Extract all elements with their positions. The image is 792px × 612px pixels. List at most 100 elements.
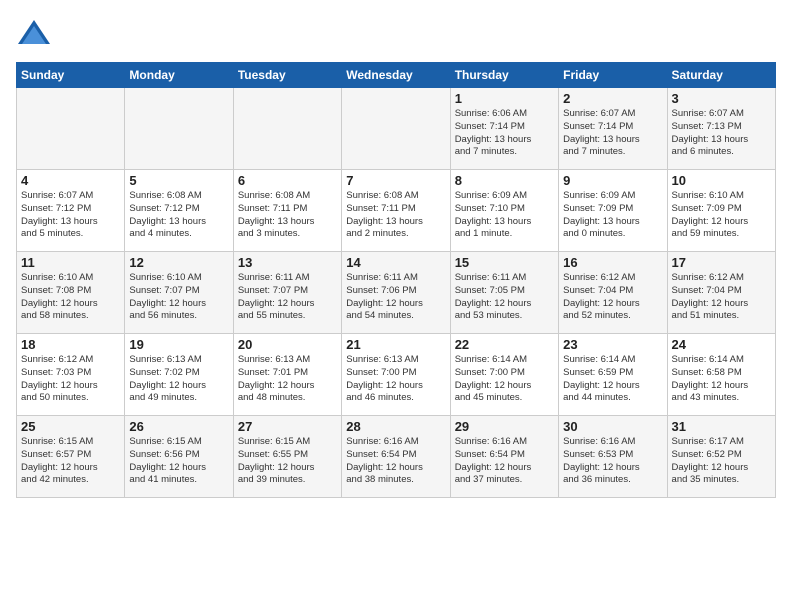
day-info: Sunrise: 6:13 AMSunset: 7:01 PMDaylight:…	[238, 354, 337, 405]
day-number: 11	[21, 255, 120, 270]
calendar-week: 25 Sunrise: 6:15 AMSunset: 6:57 PMDayligh…	[17, 416, 776, 498]
day-info: Sunrise: 6:11 AMSunset: 7:07 PMDaylight:…	[238, 272, 337, 323]
day-number: 25	[21, 419, 120, 434]
day-info: Sunrise: 6:13 AMSunset: 7:02 PMDaylight:…	[129, 354, 228, 405]
calendar-week: 1Sunrise: 6:06 AMSunset: 7:14 PMDaylight…	[17, 88, 776, 170]
calendar-cell: 20 Sunrise: 6:13 AMSunset: 7:01 PMDayligh…	[233, 334, 341, 416]
calendar-cell: 8 Sunrise: 6:09 AMSunset: 7:10 PMDaylight…	[450, 170, 558, 252]
day-number: 22	[455, 337, 554, 352]
day-number: 10	[672, 173, 771, 188]
day-info: Sunrise: 6:08 AMSunset: 7:11 PMDaylight:…	[238, 190, 337, 241]
day-number: 15	[455, 255, 554, 270]
day-info: Sunrise: 6:16 AMSunset: 6:53 PMDaylight:…	[563, 436, 662, 487]
day-info: Sunrise: 6:10 AMSunset: 7:07 PMDaylight:…	[129, 272, 228, 323]
calendar-header: SundayMondayTuesdayWednesdayThursdayFrid…	[17, 63, 776, 88]
day-number: 13	[238, 255, 337, 270]
day-number: 2	[563, 91, 662, 106]
calendar-week: 18 Sunrise: 6:12 AMSunset: 7:03 PMDayligh…	[17, 334, 776, 416]
day-info: Sunrise: 6:09 AMSunset: 7:10 PMDaylight:…	[455, 190, 554, 241]
calendar-cell: 13 Sunrise: 6:11 AMSunset: 7:07 PMDayligh…	[233, 252, 341, 334]
logo-icon	[16, 16, 52, 52]
day-info: Sunrise: 6:11 AMSunset: 7:05 PMDaylight:…	[455, 272, 554, 323]
logo	[16, 16, 56, 52]
day-number: 14	[346, 255, 445, 270]
day-number: 26	[129, 419, 228, 434]
day-info: Sunrise: 6:08 AMSunset: 7:12 PMDaylight:…	[129, 190, 228, 241]
calendar-cell: 2 Sunrise: 6:07 AMSunset: 7:14 PMDaylight…	[559, 88, 667, 170]
calendar-cell: 18 Sunrise: 6:12 AMSunset: 7:03 PMDayligh…	[17, 334, 125, 416]
day-info: Sunrise: 6:16 AMSunset: 6:54 PMDaylight:…	[346, 436, 445, 487]
weekday-header: Tuesday	[233, 63, 341, 88]
weekday-header: Sunday	[17, 63, 125, 88]
day-number: 4	[21, 173, 120, 188]
calendar-cell: 4Sunrise: 6:07 AMSunset: 7:12 PMDaylight…	[17, 170, 125, 252]
day-number: 1	[455, 91, 554, 106]
calendar-cell: 15 Sunrise: 6:11 AMSunset: 7:05 PMDayligh…	[450, 252, 558, 334]
day-number: 6	[238, 173, 337, 188]
day-number: 24	[672, 337, 771, 352]
weekday-header: Friday	[559, 63, 667, 88]
calendar-cell	[342, 88, 450, 170]
day-number: 20	[238, 337, 337, 352]
day-info: Sunrise: 6:07 AMSunset: 7:14 PMDaylight:…	[563, 108, 662, 159]
day-number: 29	[455, 419, 554, 434]
day-number: 30	[563, 419, 662, 434]
weekday-header: Saturday	[667, 63, 775, 88]
page-header	[16, 16, 776, 52]
header-row: SundayMondayTuesdayWednesdayThursdayFrid…	[17, 63, 776, 88]
day-number: 27	[238, 419, 337, 434]
day-info: Sunrise: 6:15 AMSunset: 6:57 PMDaylight:…	[21, 436, 120, 487]
day-number: 21	[346, 337, 445, 352]
day-number: 17	[672, 255, 771, 270]
day-info: Sunrise: 6:10 AMSunset: 7:09 PMDaylight:…	[672, 190, 771, 241]
day-info: Sunrise: 6:15 AMSunset: 6:56 PMDaylight:…	[129, 436, 228, 487]
day-info: Sunrise: 6:12 AMSunset: 7:03 PMDaylight:…	[21, 354, 120, 405]
calendar-cell: 25 Sunrise: 6:15 AMSunset: 6:57 PMDayligh…	[17, 416, 125, 498]
calendar-cell: 21 Sunrise: 6:13 AMSunset: 7:00 PMDayligh…	[342, 334, 450, 416]
calendar-cell: 29Sunrise: 6:16 AMSunset: 6:54 PMDayligh…	[450, 416, 558, 498]
calendar-cell: 30 Sunrise: 6:16 AMSunset: 6:53 PMDayligh…	[559, 416, 667, 498]
day-info: Sunrise: 6:08 AMSunset: 7:11 PMDaylight:…	[346, 190, 445, 241]
calendar-cell: 22 Sunrise: 6:14 AMSunset: 7:00 PMDayligh…	[450, 334, 558, 416]
day-number: 18	[21, 337, 120, 352]
day-number: 5	[129, 173, 228, 188]
day-info: Sunrise: 6:12 AMSunset: 7:04 PMDaylight:…	[563, 272, 662, 323]
day-info: Sunrise: 6:14 AMSunset: 6:59 PMDaylight:…	[563, 354, 662, 405]
calendar-cell: 17Sunrise: 6:12 AMSunset: 7:04 PMDayligh…	[667, 252, 775, 334]
day-info: Sunrise: 6:13 AMSunset: 7:00 PMDaylight:…	[346, 354, 445, 405]
day-info: Sunrise: 6:17 AMSunset: 6:52 PMDaylight:…	[672, 436, 771, 487]
calendar-cell: 16 Sunrise: 6:12 AMSunset: 7:04 PMDayligh…	[559, 252, 667, 334]
day-info: Sunrise: 6:14 AMSunset: 7:00 PMDaylight:…	[455, 354, 554, 405]
calendar-cell: 19Sunrise: 6:13 AMSunset: 7:02 PMDayligh…	[125, 334, 233, 416]
calendar-cell	[125, 88, 233, 170]
day-info: Sunrise: 6:14 AMSunset: 6:58 PMDaylight:…	[672, 354, 771, 405]
weekday-header: Wednesday	[342, 63, 450, 88]
page-container: SundayMondayTuesdayWednesdayThursdayFrid…	[0, 0, 792, 506]
weekday-header: Monday	[125, 63, 233, 88]
day-info: Sunrise: 6:09 AMSunset: 7:09 PMDaylight:…	[563, 190, 662, 241]
day-info: Sunrise: 6:10 AMSunset: 7:08 PMDaylight:…	[21, 272, 120, 323]
calendar-cell: 26 Sunrise: 6:15 AMSunset: 6:56 PMDayligh…	[125, 416, 233, 498]
day-number: 3	[672, 91, 771, 106]
calendar-cell: 11 Sunrise: 6:10 AMSunset: 7:08 PMDayligh…	[17, 252, 125, 334]
calendar-cell: 14Sunrise: 6:11 AMSunset: 7:06 PMDayligh…	[342, 252, 450, 334]
calendar-cell: 9 Sunrise: 6:09 AMSunset: 7:09 PMDaylight…	[559, 170, 667, 252]
day-number: 7	[346, 173, 445, 188]
calendar-cell: 27Sunrise: 6:15 AMSunset: 6:55 PMDayligh…	[233, 416, 341, 498]
calendar-cell	[233, 88, 341, 170]
day-number: 9	[563, 173, 662, 188]
calendar-cell: 7 Sunrise: 6:08 AMSunset: 7:11 PMDaylight…	[342, 170, 450, 252]
day-number: 28	[346, 419, 445, 434]
calendar-cell: 6 Sunrise: 6:08 AMSunset: 7:11 PMDaylight…	[233, 170, 341, 252]
day-number: 16	[563, 255, 662, 270]
calendar-cell	[17, 88, 125, 170]
calendar-cell: 3Sunrise: 6:07 AMSunset: 7:13 PMDaylight…	[667, 88, 775, 170]
calendar-cell: 12 Sunrise: 6:10 AMSunset: 7:07 PMDayligh…	[125, 252, 233, 334]
day-number: 31	[672, 419, 771, 434]
calendar-cell: 5 Sunrise: 6:08 AMSunset: 7:12 PMDaylight…	[125, 170, 233, 252]
calendar-body: 1Sunrise: 6:06 AMSunset: 7:14 PMDaylight…	[17, 88, 776, 498]
weekday-header: Thursday	[450, 63, 558, 88]
day-number: 8	[455, 173, 554, 188]
day-number: 12	[129, 255, 228, 270]
calendar-cell: 23Sunrise: 6:14 AMSunset: 6:59 PMDayligh…	[559, 334, 667, 416]
